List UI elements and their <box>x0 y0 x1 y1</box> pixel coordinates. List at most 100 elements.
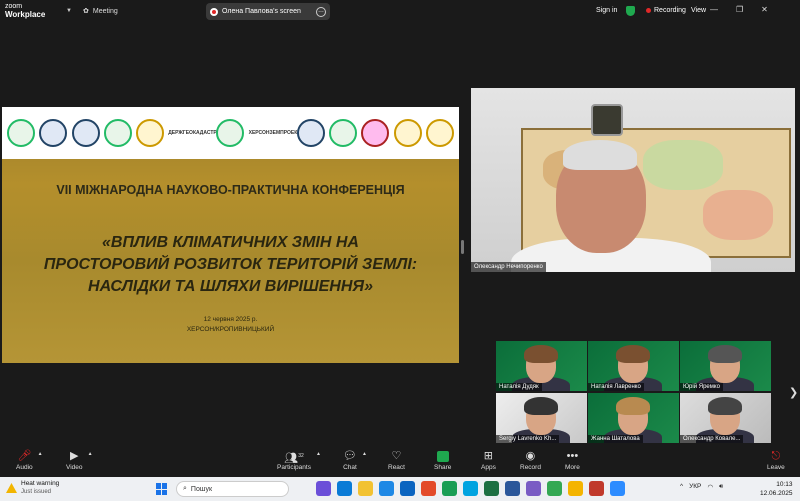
share-label: Share <box>434 464 452 471</box>
pdf-icon[interactable] <box>589 481 604 496</box>
zoom-logo: zoom Workplace <box>5 3 46 19</box>
participant-hair <box>524 397 558 415</box>
maps-icon[interactable] <box>442 481 457 496</box>
system-clock[interactable]: 10:13 12.06.2025 <box>760 480 793 498</box>
participant-hair <box>708 397 742 415</box>
share-button[interactable]: Share <box>434 449 451 471</box>
university-logo <box>7 119 36 147</box>
chrome-alt-icon[interactable] <box>547 481 562 496</box>
video-button[interactable]: ▶︎ Video ▲ <box>66 449 93 471</box>
excel-icon[interactable] <box>484 481 499 496</box>
weather-widget[interactable]: Heat warning Just issued <box>6 480 59 496</box>
security-shield-icon[interactable] <box>626 6 635 16</box>
meeting-menu[interactable]: ✿ Meeting <box>83 7 118 16</box>
wifi-icon[interactable]: ◠ <box>707 483 713 491</box>
more-dots-icon: ••• <box>566 450 579 462</box>
screen-share-label: Олена Павлова's screen <box>222 8 301 15</box>
active-speaker-video[interactable]: Олександр Нечипоренко <box>471 88 795 272</box>
taskbar-search[interactable]: ⌕ Пошук <box>176 481 289 497</box>
regional-coat-logo <box>296 119 325 147</box>
system-tray: ^ УКР ◠ 🔊︎ <box>680 483 723 491</box>
recording-label: Recording <box>654 7 686 14</box>
copilot-icon[interactable] <box>316 481 331 496</box>
participant-name: Жанна Шаталова <box>588 435 643 443</box>
notes-icon[interactable] <box>568 481 583 496</box>
outlook-icon[interactable] <box>400 481 415 496</box>
more-options-icon[interactable]: … <box>316 6 326 17</box>
map-region <box>703 190 773 240</box>
sign-in-link[interactable]: Sign in <box>596 7 617 14</box>
people-icon: 👥︎32 <box>284 452 304 465</box>
title-line: ПРОСТОРОВИЙ РОЗВИТОК ТЕРИТОРІЙ ЗЕМЛІ: <box>43 256 418 273</box>
participant-gallery: Наталія Дудяк Наталія Лавренко Юрій Ярем… <box>496 341 772 444</box>
title-line: «ВПЛИВ КЛІМАТИЧНИХ ЗМІН НА <box>102 234 359 251</box>
viber-icon[interactable] <box>526 481 541 496</box>
title-bar: zoom Workplace ▼ ✿ Meeting Олена Павлова… <box>0 0 800 24</box>
participants-count: 32 <box>298 453 304 459</box>
date-text: 12 червня 2025 р. <box>203 316 258 323</box>
word-icon[interactable] <box>505 481 520 496</box>
chat-button[interactable]: 💬︎ Chat ▲ <box>343 449 367 471</box>
language-indicator[interactable]: УКР <box>689 483 701 491</box>
chevron-up-icon[interactable]: ▲ <box>316 451 321 457</box>
participant-name: Олександр Ковале... <box>680 435 744 443</box>
leave-button[interactable]: ⎋ Leave <box>767 449 785 471</box>
windows-start-icon[interactable] <box>156 483 168 495</box>
land-center-logo <box>216 119 245 147</box>
weather-subtitle: Just issued <box>21 489 52 495</box>
record-label: Record <box>520 464 541 471</box>
share-status-icon <box>210 7 218 16</box>
recording-dot-icon <box>646 8 651 13</box>
view-button[interactable]: View <box>691 7 706 14</box>
warning-icon <box>6 483 17 493</box>
chrome-icon[interactable] <box>421 481 436 496</box>
screen-share-indicator[interactable]: Олена Павлова's screen … <box>206 3 330 20</box>
chevron-up-icon[interactable]: ▲ <box>88 451 93 457</box>
store-icon[interactable] <box>379 481 394 496</box>
participant-name: Sergiy Lavrenko Kh... <box>496 435 560 443</box>
more-button[interactable]: ••• More <box>565 449 580 471</box>
clock-date: 12.06.2025 <box>760 490 793 497</box>
close-icon[interactable]: ✕ <box>761 5 768 14</box>
participant-tile[interactable]: Наталія Дудяк <box>496 341 587 391</box>
chevron-up-icon[interactable]: ▲ <box>38 451 43 457</box>
chat-label: Chat <box>343 464 357 471</box>
science-logo <box>135 119 164 147</box>
geocadastre-logo: ДЕРЖГЕОКАДАСТР <box>168 130 217 136</box>
participant-tile[interactable]: Жанна Шаталова <box>588 393 679 443</box>
split-resize-handle[interactable] <box>461 240 464 254</box>
recording-indicator[interactable]: Recording <box>646 7 686 14</box>
agro-logo <box>103 119 132 147</box>
gallery-next-icon[interactable]: ❯ <box>789 386 798 399</box>
conference-title: «ВПЛИВ КЛІМАТИЧНИХ ЗМІН НА ПРОСТОРОВИЙ Р… <box>22 232 439 298</box>
participant-hair <box>616 397 650 415</box>
meeting-toolbar: 🎤︎ Audio ▲ ▶︎ Video ▲ 👥︎32 Participants … <box>0 447 800 477</box>
apps-button[interactable]: ⊞ Apps <box>481 449 496 471</box>
participant-tile[interactable]: Олександр Ковале... <box>680 393 771 443</box>
speaker-icon[interactable]: 🔊︎ <box>719 483 723 491</box>
participant-hair <box>616 345 650 363</box>
chevron-up-icon[interactable]: ^ <box>680 483 683 491</box>
skype-icon[interactable] <box>463 481 478 496</box>
chevron-down-icon[interactable]: ▼ <box>66 8 72 14</box>
participant-tile[interactable]: Наталія Лавренко <box>588 341 679 391</box>
apps-grid-icon: ⊞ <box>483 450 494 462</box>
muted-mic-icon: 🎤︎ <box>17 450 32 462</box>
participant-name: Юрій Яремко <box>680 383 723 391</box>
emblem-plaque <box>591 104 623 136</box>
participants-button[interactable]: 👥︎32 Participants ▲ <box>277 449 321 471</box>
zoom-app-icon[interactable] <box>610 481 625 496</box>
search-icon: ⌕ <box>183 485 187 492</box>
folder-icon[interactable] <box>358 481 373 496</box>
minimize-icon[interactable]: — <box>710 5 718 14</box>
audio-button[interactable]: 🎤︎ Audio ▲ <box>16 449 43 471</box>
record-button[interactable]: ◉ Record <box>520 449 541 471</box>
react-button[interactable]: ♡ React <box>388 449 405 471</box>
participant-tile[interactable]: Юрій Яремко <box>680 341 771 391</box>
heart-icon: ♡ <box>391 450 402 462</box>
chevron-up-icon[interactable]: ▲ <box>362 451 367 457</box>
edge-icon[interactable] <box>337 481 352 496</box>
apps-label: Apps <box>481 464 496 471</box>
participant-tile[interactable]: Sergiy Lavrenko Kh... <box>496 393 587 443</box>
maximize-icon[interactable]: ❐ <box>736 5 743 14</box>
